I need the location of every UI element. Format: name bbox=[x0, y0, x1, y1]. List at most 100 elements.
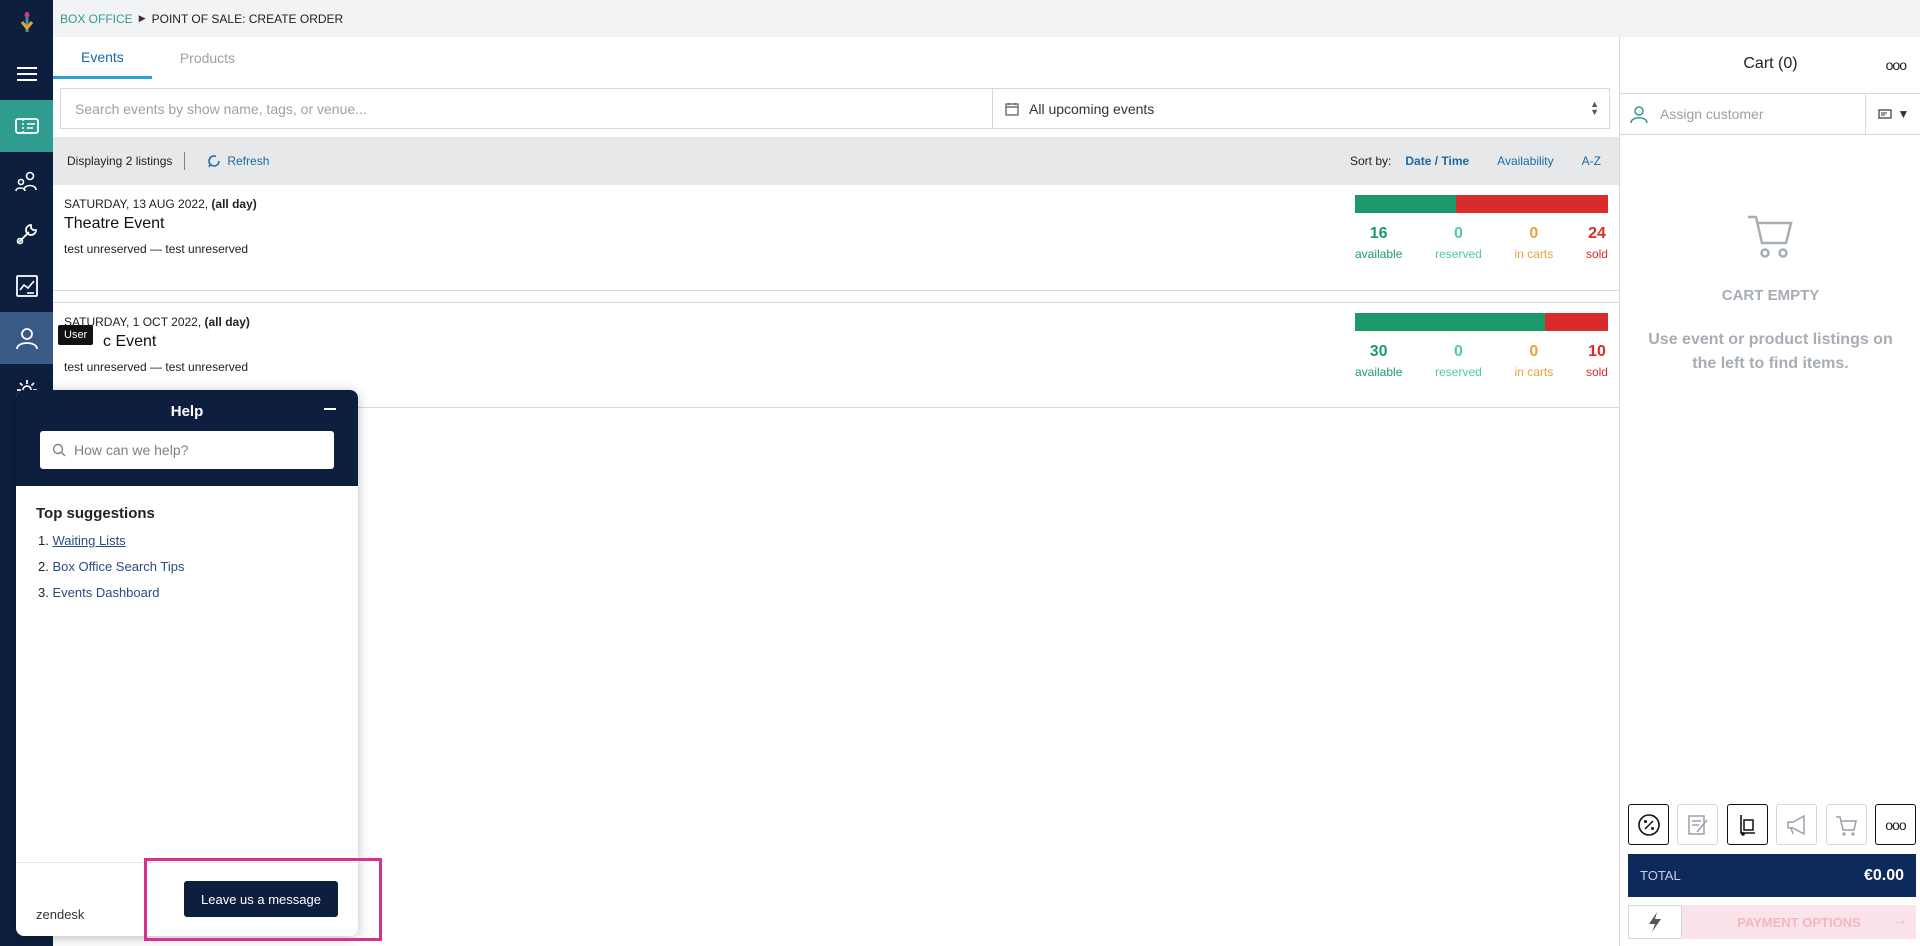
arrow-right-icon: → bbox=[1892, 912, 1908, 929]
suggestion-link[interactable]: Events Dashboard bbox=[52, 585, 159, 600]
sort-availability[interactable]: Availability bbox=[1497, 154, 1553, 168]
highlight-box bbox=[144, 858, 382, 941]
menu-button[interactable] bbox=[0, 48, 53, 100]
availability-bar-sold bbox=[1456, 195, 1608, 213]
basket-button[interactable] bbox=[1825, 804, 1867, 845]
breadcrumb-section[interactable]: BOX OFFICE bbox=[60, 12, 133, 26]
cart-empty-description: Use event or product listings on the lef… bbox=[1648, 331, 1893, 372]
cart-title: Cart (0) bbox=[1743, 55, 1798, 72]
delivery-button[interactable] bbox=[1726, 804, 1768, 845]
tab-products[interactable]: Products bbox=[152, 37, 263, 79]
stat-sold-count: 24 bbox=[1588, 225, 1606, 242]
nav-people[interactable] bbox=[0, 156, 53, 208]
sort-a-z[interactable]: A-Z bbox=[1582, 154, 1601, 168]
cart-tools: ooo bbox=[1628, 804, 1916, 845]
stat-in-carts-count: 0 bbox=[1529, 225, 1539, 242]
discount-icon bbox=[1637, 813, 1660, 836]
customer-options-button[interactable]: ▼ bbox=[1865, 93, 1920, 135]
megaphone-icon bbox=[1786, 814, 1805, 835]
date-filter-select[interactable]: All upcoming events ▲ ▼ bbox=[993, 89, 1609, 128]
hamburger-icon bbox=[16, 67, 37, 81]
total-value: €0.00 bbox=[1863, 866, 1904, 884]
date-filter-value: All upcoming events bbox=[1029, 100, 1155, 117]
event-date: SATURDAY, 13 AUG 2022, (all day) bbox=[64, 197, 257, 211]
stat-reserved-count: 0 bbox=[1454, 225, 1463, 242]
help-search-box bbox=[40, 431, 334, 469]
event-title: Theatre Event bbox=[64, 215, 165, 232]
wrench-icon bbox=[16, 224, 37, 245]
help-widget: Help Top suggestions 1. Waiting Lists 2.… bbox=[16, 390, 358, 936]
notes-button[interactable] bbox=[1677, 804, 1719, 845]
cart-empty-title: CART EMPTY bbox=[1721, 287, 1820, 304]
event-listing[interactable]: SATURDAY, 13 AUG 2022, (all day) Theatre… bbox=[53, 185, 1619, 291]
nav-tools[interactable] bbox=[0, 208, 53, 260]
suggestion-link[interactable]: Box Office Search Tips bbox=[52, 559, 184, 574]
payment-options-button[interactable]: PAYMENT OPTIONS → bbox=[1682, 905, 1916, 939]
assign-customer-input[interactable]: Assign customer bbox=[1660, 106, 1763, 122]
listing-bar: Displaying 2 listings Refresh Sort by: D… bbox=[53, 137, 1619, 185]
stat-reserved-label: reserved bbox=[1435, 247, 1482, 261]
app-logo[interactable] bbox=[0, 0, 53, 44]
promote-button[interactable] bbox=[1776, 804, 1818, 845]
nav-box-office[interactable] bbox=[0, 100, 53, 152]
ticket-icon bbox=[14, 118, 39, 134]
discount-button[interactable] bbox=[1628, 804, 1669, 845]
event-stats: 16 available 0 reserved 0 in carts 24 sold bbox=[1355, 225, 1608, 261]
search-row: All upcoming events ▲▼ bbox=[60, 88, 1610, 129]
nav-reports[interactable] bbox=[0, 260, 53, 312]
listing-tabs: Events Products bbox=[53, 37, 1619, 79]
event-venue: test unreserved — test unreserved bbox=[64, 242, 249, 256]
availability-bar-sold bbox=[1544, 313, 1608, 331]
stat-reserved-label: reserved bbox=[1435, 365, 1482, 379]
breadcrumb-page: POINT OF SALE: CREATE ORDER bbox=[151, 11, 344, 26]
cart-empty-icon bbox=[1748, 215, 1793, 258]
lightning-icon bbox=[1649, 912, 1661, 932]
more-tools-button[interactable]: ooo bbox=[1874, 804, 1916, 845]
availability-bar-available bbox=[1355, 313, 1545, 331]
sort-options: Sort by: Date / Time Availability A-Z bbox=[1350, 154, 1619, 168]
quick-pay-button[interactable] bbox=[1628, 905, 1682, 939]
cart-panel: Cart (0) ooo Assign customer ▼ CART EMPT… bbox=[1619, 37, 1920, 946]
nav-user[interactable] bbox=[0, 312, 53, 364]
availability-bar bbox=[1355, 195, 1608, 213]
payment-row: PAYMENT OPTIONS → bbox=[1628, 905, 1916, 939]
assign-customer-row: Assign customer ▼ bbox=[1620, 93, 1920, 135]
logo-icon bbox=[20, 12, 33, 32]
sort-date-time[interactable]: Date / Time bbox=[1405, 154, 1469, 168]
stat-available-label: available bbox=[1355, 247, 1403, 261]
search-input[interactable] bbox=[61, 89, 993, 128]
stat-sold-label: sold bbox=[1585, 247, 1608, 261]
card-icon bbox=[1877, 109, 1892, 119]
basket-icon bbox=[1836, 815, 1857, 836]
stat-reserved-count: 0 bbox=[1454, 343, 1463, 360]
availability-bar bbox=[1355, 313, 1608, 331]
help-title: Help bbox=[170, 403, 204, 420]
suggestion-item: 3. Events Dashboard bbox=[38, 585, 160, 600]
stat-sold-count: 10 bbox=[1588, 343, 1606, 360]
suggestion-item: 1. Waiting Lists bbox=[38, 533, 126, 548]
stat-sold-label: sold bbox=[1585, 365, 1608, 379]
search-icon bbox=[52, 443, 66, 457]
tab-events[interactable]: Events bbox=[53, 37, 152, 79]
refresh-button[interactable]: Refresh bbox=[207, 154, 269, 168]
suggestion-link[interactable]: Waiting Lists bbox=[52, 533, 125, 548]
zendesk-logo[interactable]: zendesk bbox=[36, 907, 84, 922]
availability-bar-available bbox=[1355, 195, 1457, 213]
sort-label: Sort by: bbox=[1350, 154, 1392, 168]
refresh-label: Refresh bbox=[227, 154, 270, 168]
listing-count: Displaying 2 listings bbox=[53, 152, 186, 170]
notes-icon bbox=[1688, 814, 1708, 835]
help-search-input[interactable] bbox=[74, 442, 314, 458]
payment-options-label: PAYMENT OPTIONS bbox=[1737, 914, 1861, 930]
stat-in-carts-label: in carts bbox=[1514, 365, 1554, 379]
cart-menu-button[interactable]: ooo bbox=[1886, 57, 1907, 73]
more-icon: ooo bbox=[1885, 816, 1906, 833]
minimize-icon[interactable] bbox=[324, 408, 336, 410]
total-label: TOTAL bbox=[1640, 868, 1681, 883]
breadcrumb: BOX OFFICE ▶ POINT OF SALE: CREATE ORDER bbox=[53, 0, 1920, 37]
calendar-icon bbox=[1005, 102, 1019, 116]
people-icon bbox=[14, 171, 37, 192]
chevron-down-icon: ▼ bbox=[1897, 107, 1910, 121]
refresh-icon bbox=[208, 155, 221, 168]
suggestions-title: Top suggestions bbox=[36, 505, 155, 522]
